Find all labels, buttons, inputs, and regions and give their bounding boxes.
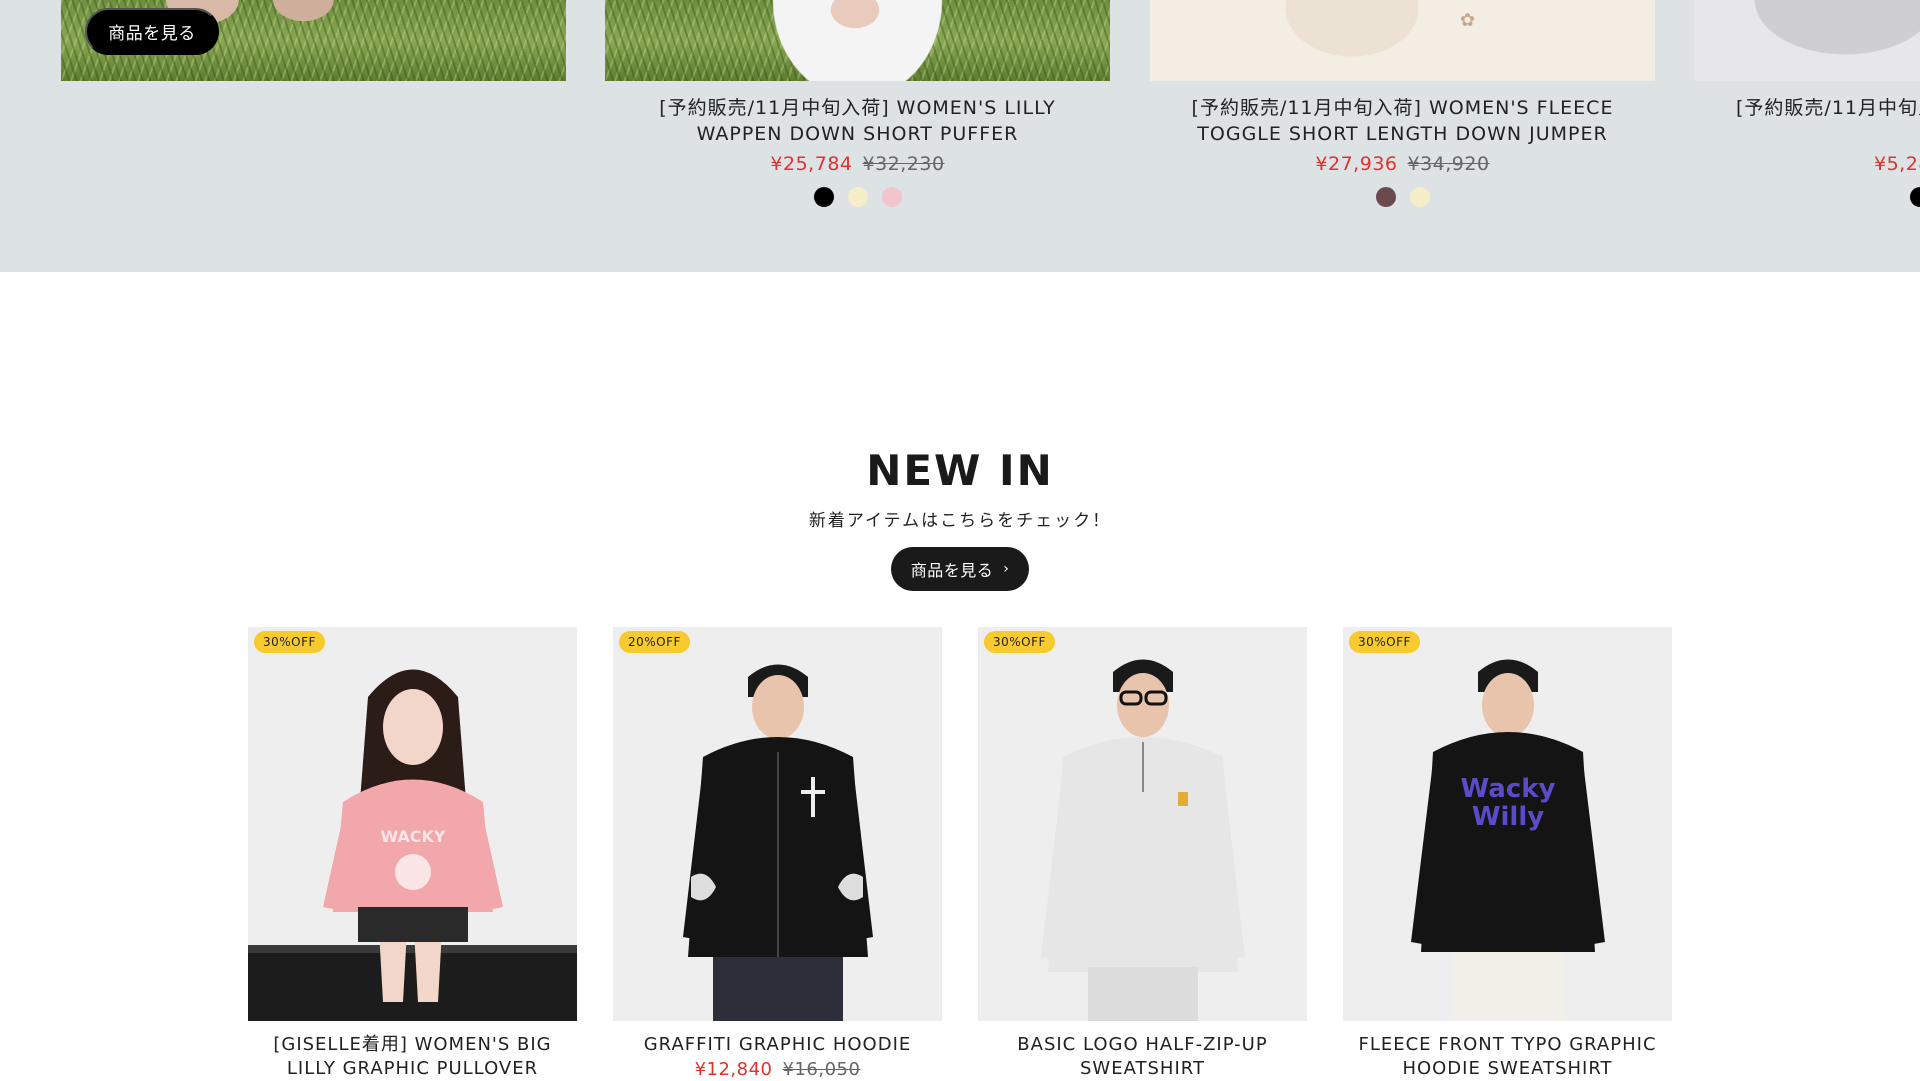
- product-price: ¥12,840 ¥16,050: [613, 1059, 942, 1080]
- product-name-line: SWEATSHIRT: [1080, 1058, 1205, 1079]
- promo-banner-image: 商品を見る: [61, 0, 566, 81]
- product-name[interactable]: BASIC LOGO HALF-ZIP-UP SWEATSHIRT: [978, 1033, 1307, 1081]
- original-price: ¥34,920: [1407, 153, 1490, 175]
- product-name-line: [予約販売/11月中旬入荷] WOMEN'S LILLY: [659, 97, 1056, 119]
- discount-badge: 30%OFF: [254, 631, 325, 653]
- model-photo: [683, 664, 873, 1021]
- model-photo: Wacky Willy: [1411, 659, 1605, 1021]
- sweater-print-text: WACKY: [380, 827, 445, 846]
- product-name-line: [予約販売/11月中旬入荷] WOMEN'S FLEECE: [1191, 97, 1614, 119]
- product-name[interactable]: FLEECE FRONT TYPO GRAPHIC HOODIE SWEATSH…: [1343, 1033, 1672, 1081]
- promo-card-3-partial[interactable]: [予約販売/11月中旬入 B ¥5,28: [1694, 0, 1920, 207]
- product-price: ¥27,936 ¥34,920: [1150, 153, 1655, 175]
- product-price: ¥25,784 ¥32,230: [605, 153, 1110, 175]
- promo-carousel: 商品を見る [予約販売/11月中旬入荷] WOMEN'S LILLY WAPPE…: [0, 0, 1920, 272]
- hoodie-print-text: Willy: [1472, 802, 1544, 832]
- section-title: NEW IN: [866, 446, 1054, 495]
- flower-emblem-icon: ✿: [1460, 10, 1476, 31]
- product-grid: WACKY 30%OFF [GISELLE着用] WOMEN'S BIG LIL…: [248, 627, 1672, 1081]
- model-photo: WACKY: [248, 669, 577, 1021]
- sale-price: ¥27,936: [1315, 153, 1398, 175]
- product-card[interactable]: 30%OFF BASIC LOGO HALF-ZIP-UP SWEATSHIRT: [978, 627, 1307, 1081]
- chevron-right-icon: ›: [1003, 561, 1010, 577]
- discount-badge: 30%OFF: [984, 631, 1055, 653]
- color-swatches: [1694, 187, 1920, 207]
- product-name-line: FLEECE FRONT TYPO GRAPHIC: [1358, 1034, 1657, 1055]
- product-price: ¥5,28: [1694, 153, 1920, 175]
- promo-card-banner[interactable]: 商品を見る: [61, 0, 566, 81]
- discount-badge: 20%OFF: [619, 631, 690, 653]
- product-image[interactable]: 30%OFF: [978, 627, 1307, 1021]
- product-image[interactable]: WACKY 30%OFF: [248, 627, 577, 1021]
- swatch-cream[interactable]: [847, 187, 868, 207]
- product-name-line: WAPPEN DOWN SHORT PUFFER: [696, 123, 1019, 145]
- product-image[interactable]: Wacky Willy 30%OFF: [1343, 627, 1672, 1021]
- model-photo: [1041, 659, 1245, 1021]
- button-label: 商品を見る: [910, 561, 994, 580]
- product-card[interactable]: WACKY 30%OFF [GISELLE着用] WOMEN'S BIG LIL…: [248, 627, 577, 1081]
- product-name-line: [GISELLE着用] WOMEN'S BIG: [273, 1034, 552, 1055]
- product-name[interactable]: GRAFFITI GRAPHIC HOODIE: [613, 1033, 942, 1057]
- product-name-line: TOGGLE SHORT LENGTH DOWN JUMPER: [1197, 123, 1608, 145]
- product-name-line: HOODIE SWEATSHIRT: [1402, 1058, 1613, 1079]
- product-image[interactable]: [1694, 0, 1920, 81]
- sale-price: ¥5,28: [1874, 153, 1920, 175]
- swatch-black[interactable]: [813, 187, 834, 207]
- product-name-line: [予約販売/11月中旬入: [1736, 97, 1920, 119]
- promo-card-1[interactable]: [予約販売/11月中旬入荷] WOMEN'S LILLY WAPPEN DOWN…: [605, 0, 1110, 207]
- product-name-line: GRAFFITI GRAPHIC HOODIE: [643, 1034, 912, 1055]
- section-subtitle: 新着アイテムはこちらをチェック！: [808, 511, 1112, 531]
- product-name-line: B: [1736, 121, 1920, 147]
- product-card[interactable]: Wacky Willy 30%OFF FLEECE FRONT TYPO GRA…: [1343, 627, 1672, 1081]
- swatch-black[interactable]: [1910, 187, 1920, 207]
- product-name-line: LILLY GRAPHIC PULLOVER: [286, 1058, 539, 1079]
- product-image[interactable]: ✿: [1150, 0, 1655, 81]
- color-swatches: [605, 187, 1110, 207]
- color-swatches: [1150, 187, 1655, 207]
- original-price: ¥16,050: [782, 1059, 861, 1080]
- sale-price: ¥12,840: [694, 1059, 773, 1080]
- original-price: ¥32,230: [862, 153, 945, 175]
- product-name[interactable]: [予約販売/11月中旬入荷] WOMEN'S FLEECE TOGGLE SHO…: [1150, 95, 1655, 147]
- swatch-pink[interactable]: [881, 187, 902, 207]
- sale-price: ¥25,784: [770, 153, 853, 175]
- product-name-line: BASIC LOGO HALF-ZIP-UP: [1017, 1034, 1268, 1055]
- product-name[interactable]: [予約販売/11月中旬入 B: [1694, 95, 1920, 147]
- product-name[interactable]: [予約販売/11月中旬入荷] WOMEN'S LILLY WAPPEN DOWN…: [605, 95, 1110, 147]
- newin-view-button[interactable]: 商品を見る ›: [891, 547, 1029, 591]
- swatch-brown[interactable]: [1375, 187, 1396, 207]
- product-image[interactable]: [605, 0, 1110, 81]
- promo-card-2[interactable]: ✿ [予約販売/11月中旬入荷] WOMEN'S FLEECE TOGGLE S…: [1150, 0, 1655, 207]
- swatch-cream[interactable]: [1409, 187, 1430, 207]
- hoodie-print-text: Wacky: [1461, 774, 1556, 804]
- product-card[interactable]: 20%OFF GRAFFITI GRAPHIC HOODIE ¥12,840 ¥1…: [613, 627, 942, 1080]
- product-image[interactable]: 20%OFF: [613, 627, 942, 1021]
- discount-badge: 30%OFF: [1349, 631, 1420, 653]
- model-hands-image: [815, 0, 895, 50]
- product-name[interactable]: [GISELLE着用] WOMEN'S BIG LILLY GRAPHIC PU…: [248, 1033, 577, 1081]
- promo-view-button[interactable]: 商品を見る: [85, 8, 219, 55]
